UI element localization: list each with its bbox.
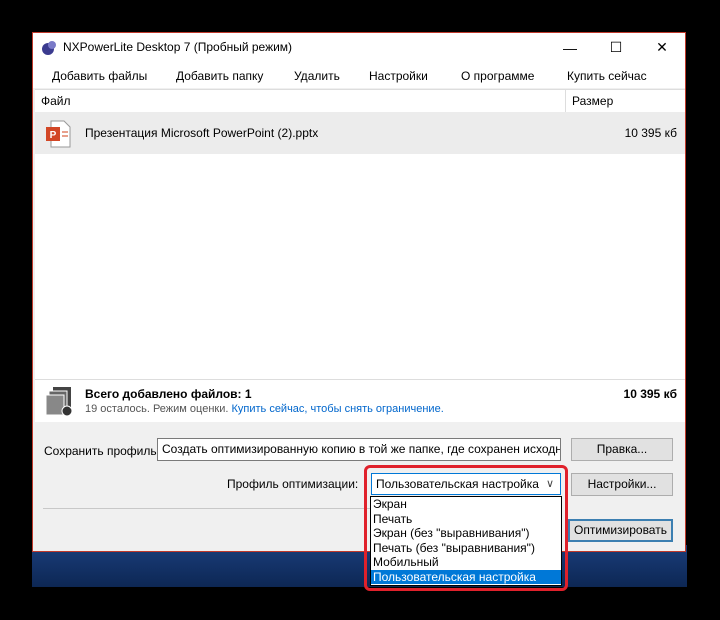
menu-about[interactable]: О программе — [461, 69, 534, 83]
settings-button[interactable]: Настройки... — [571, 473, 673, 496]
summary-panel: Всего добавлено файлов: 1 10 395 кб 19 о… — [35, 379, 685, 422]
save-profile-label: Сохранить профиль: — [44, 444, 160, 458]
close-button[interactable]: ✕ — [639, 33, 685, 62]
files-stack-icon — [45, 387, 73, 417]
app-window: NXPowerLite Desktop 7 (Пробный режим) — … — [32, 32, 686, 591]
menu-settings[interactable]: Настройки — [369, 69, 428, 83]
summary-total-size: 10 395 кб — [623, 387, 677, 401]
file-list[interactable]: Файл Размер P Презентация Microsoft Powe… — [35, 89, 685, 413]
summary-remaining: 19 осталось. Режим оценки. Купить сейчас… — [85, 403, 444, 415]
file-name: Презентация Microsoft PowerPoint (2).ppt… — [85, 126, 319, 140]
menu-delete[interactable]: Удалить — [294, 69, 340, 83]
file-size: 10 395 кб — [624, 126, 677, 140]
highlight-frame — [364, 465, 568, 591]
column-header-size[interactable]: Размер — [566, 90, 685, 112]
divider — [43, 508, 393, 509]
optimization-profile-label: Профиль оптимизации: — [227, 477, 359, 491]
summary-title: Всего добавлено файлов: 1 — [85, 387, 252, 401]
minimize-button[interactable]: — — [547, 33, 593, 62]
menu-add-folder[interactable]: Добавить папку — [176, 69, 263, 83]
edit-profile-button[interactable]: Правка... — [571, 438, 673, 461]
column-header-file[interactable]: Файл — [35, 90, 565, 112]
powerpoint-file-icon: P — [46, 120, 71, 148]
buy-now-link[interactable]: Купить сейчас, чтобы снять ограничение. — [231, 403, 443, 415]
menu-add-files[interactable]: Добавить файлы — [52, 69, 147, 83]
optimize-button[interactable]: Оптимизировать — [568, 519, 673, 542]
remaining-text: 19 осталось. Режим оценки. — [85, 403, 229, 415]
maximize-button[interactable]: ☐ — [593, 33, 639, 62]
svg-text:P: P — [50, 130, 57, 141]
window-title: NXPowerLite Desktop 7 (Пробный режим) — [63, 40, 293, 54]
menu-buy-now[interactable]: Купить сейчас — [567, 69, 647, 83]
menu-bar: Добавить файлы Добавить папку Удалить На… — [33, 62, 685, 88]
file-row[interactable]: P Презентация Microsoft PowerPoint (2).p… — [35, 112, 685, 154]
title-bar: NXPowerLite Desktop 7 (Пробный режим) — … — [33, 33, 685, 62]
nxpowerlite-logo-icon — [42, 41, 56, 55]
save-profile-field[interactable]: Создать оптимизированную копию в той же … — [157, 438, 561, 461]
